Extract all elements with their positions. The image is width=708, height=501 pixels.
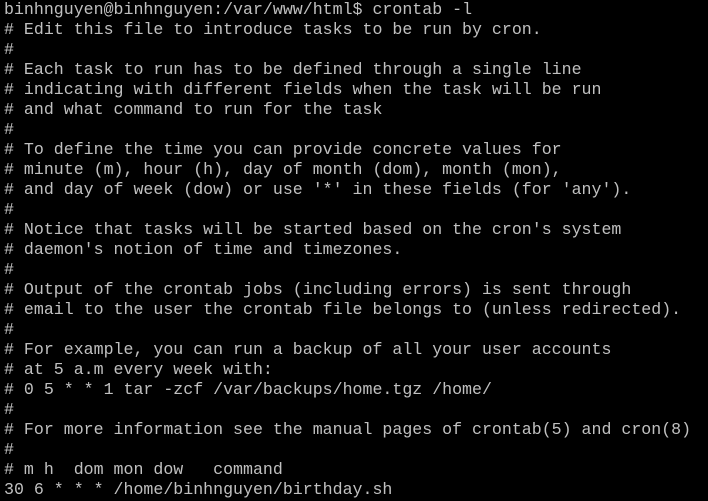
output-line: # and day of week (dow) or use '*' in th…: [4, 180, 632, 199]
output-line: # 0 5 * * 1 tar -zcf /var/backups/home.t…: [4, 380, 492, 399]
output-line: # To define the time you can provide con…: [4, 140, 562, 159]
typed-command: crontab -l: [372, 0, 473, 19]
output-line: #: [4, 260, 14, 279]
output-line: #: [4, 40, 14, 59]
output-line: # m h dom mon dow command: [4, 460, 283, 479]
shell-prompt: binhnguyen@binhnguyen:/var/www/html$: [4, 0, 363, 19]
output-line: # Edit this file to introduce tasks to b…: [4, 20, 542, 39]
prompt-line: binhnguyen@binhnguyen:/var/www/html$ cro…: [4, 0, 708, 20]
output-line: # email to the user the crontab file bel…: [4, 300, 682, 319]
output-line: # and what command to run for the task: [4, 100, 383, 119]
output-line: # For example, you can run a backup of a…: [4, 340, 612, 359]
output-line: # Notice that tasks will be started base…: [4, 220, 622, 239]
output-line: #: [4, 440, 14, 459]
output-line: # daemon's notion of time and timezones.: [4, 240, 403, 259]
output-line: # at 5 a.m every week with:: [4, 360, 273, 379]
output-line: # For more information see the manual pa…: [4, 420, 692, 439]
output-line: #: [4, 200, 14, 219]
output-line: #: [4, 320, 14, 339]
output-line: #: [4, 400, 14, 419]
output-line: # minute (m), hour (h), day of month (do…: [4, 160, 562, 179]
output-line: #: [4, 120, 14, 139]
crontab-entry-line: 30 6 * * * /home/binhnguyen/birthday.sh: [4, 480, 393, 499]
output-line: # indicating with different fields when …: [4, 80, 602, 99]
output-line: # Output of the crontab jobs (including …: [4, 280, 632, 299]
terminal-window[interactable]: binhnguyen@binhnguyen:/var/www/html$ cro…: [0, 0, 708, 501]
output-line: # Each task to run has to be defined thr…: [4, 60, 582, 79]
